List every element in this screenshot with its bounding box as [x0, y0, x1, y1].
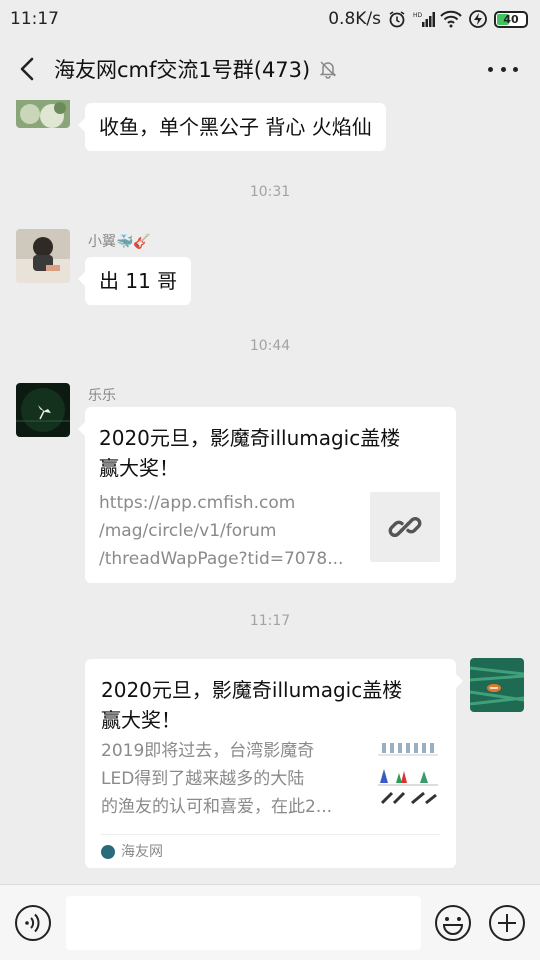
alarm-icon	[389, 11, 405, 28]
link-thumbnail	[374, 739, 440, 815]
link-title-line: 赢大奖！	[99, 456, 179, 480]
link-description-line: https://app.cmfish.com	[99, 493, 296, 513]
back-button[interactable]	[6, 47, 50, 91]
chat-message-list[interactable]: 收鱼，单个黑公子 背心 火焰仙 10:31 小翼🐳🎸 出 11 哥 10:44 …	[0, 100, 540, 884]
site-logo-icon	[101, 844, 115, 859]
message-bubble[interactable]: 出 11 哥	[77, 257, 192, 305]
avatar[interactable]	[16, 100, 70, 128]
avatar[interactable]	[470, 658, 524, 712]
bell-off-icon	[319, 61, 337, 79]
chevron-left-icon	[20, 57, 34, 81]
sender-name: 小翼🐳🎸	[88, 234, 151, 250]
link-source: 海友网	[101, 834, 440, 868]
sender-name: 乐乐	[88, 388, 116, 404]
status-bar: 11:17 0.8K/s HD 40	[0, 0, 540, 38]
timestamp: 10:44	[249, 338, 291, 354]
charging-icon	[469, 10, 487, 28]
input-bar	[0, 884, 540, 960]
link-title-line: 2020元旦，影魔奇illumagic盖楼	[101, 678, 403, 702]
voice-icon[interactable]	[14, 904, 52, 942]
status-time: 11:17	[10, 9, 59, 29]
avatar[interactable]	[16, 383, 70, 437]
link-description-line: /threadWapPage?tid=7078...	[99, 549, 344, 569]
emoji-icon[interactable]	[434, 904, 472, 942]
svg-text:HD: HD	[413, 12, 423, 19]
link-title: 2020元旦，影魔奇illumagic盖楼 赢大奖！	[101, 675, 440, 735]
more-button[interactable]	[488, 56, 518, 82]
status-indicators: 0.8K/s HD 40	[328, 9, 528, 29]
message-bubble[interactable]: 收鱼，单个黑公子 背心 火焰仙	[78, 103, 386, 151]
message-input[interactable]	[66, 896, 421, 950]
link-title-line: 赢大奖！	[101, 708, 181, 732]
link-card[interactable]: 2020元旦，影魔奇illumagic盖楼 赢大奖！ 2019即将过去，台湾影魔…	[85, 659, 463, 868]
plus-icon[interactable]	[488, 904, 526, 942]
product-chart-image	[378, 743, 438, 805]
link-description: https://app.cmfish.com /mag/circle/v1/fo…	[99, 489, 359, 573]
link-thumbnail	[370, 492, 440, 562]
link-icon	[388, 516, 422, 538]
more-dots-icon	[488, 66, 493, 72]
signal-icon: HD	[413, 12, 435, 27]
battery-icon: 40	[494, 10, 528, 28]
message-text: 收鱼，单个黑公子 背心 火焰仙	[99, 115, 372, 139]
link-description-line: LED得到了越来越多的大陆	[101, 769, 305, 789]
timestamp: 11:17	[249, 613, 291, 629]
avatar[interactable]	[16, 229, 70, 283]
link-description-line: 的渔友的认可和喜爱，在此2...	[101, 797, 333, 817]
message-text: 出 11 哥	[99, 269, 178, 293]
wifi-icon	[440, 10, 462, 28]
timestamp: 10:31	[249, 184, 291, 200]
link-title: 2020元旦，影魔奇illumagic盖楼 赢大奖！	[99, 423, 442, 483]
link-card[interactable]: 2020元旦，影魔奇illumagic盖楼 赢大奖！ https://app.c…	[78, 407, 456, 583]
link-description-line: 2019即将过去，台湾影魔奇	[101, 741, 315, 761]
network-speed: 0.8K/s	[328, 9, 381, 29]
source-name: 海友网	[121, 843, 163, 860]
link-title-line: 2020元旦，影魔奇illumagic盖楼	[99, 426, 401, 450]
link-description-line: /mag/circle/v1/forum	[99, 521, 277, 541]
chat-header: 海友网cmf交流1号群(473)	[0, 38, 540, 100]
battery-level: 40	[503, 12, 519, 26]
link-description: 2019即将过去，台湾影魔奇 LED得到了越来越多的大陆 的渔友的认可和喜爱，在…	[101, 737, 356, 821]
page-title: 海友网cmf交流1号群(473)	[54, 58, 311, 82]
